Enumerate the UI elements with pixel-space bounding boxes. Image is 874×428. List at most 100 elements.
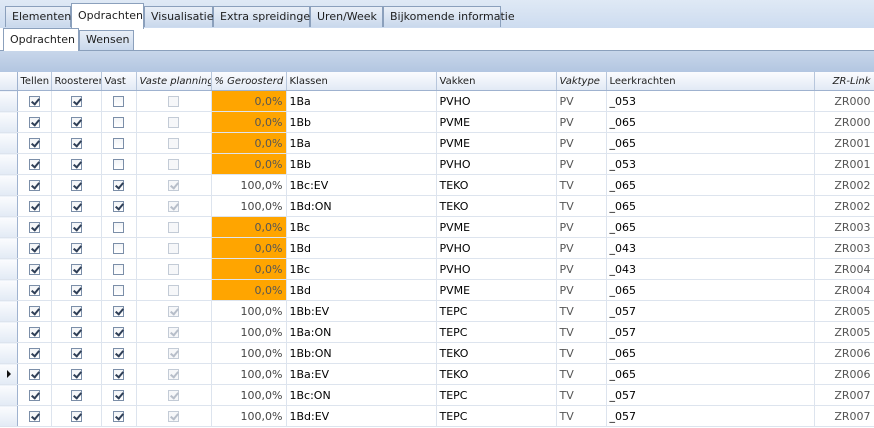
vaktype-cell[interactable]: TV xyxy=(556,363,607,385)
tellen-checkbox[interactable] xyxy=(28,222,40,233)
vaktype-cell[interactable]: PV xyxy=(556,153,607,175)
row-indicator[interactable] xyxy=(0,405,18,427)
klassen-cell[interactable]: 1Bc:EV xyxy=(286,174,437,196)
row-indicator[interactable] xyxy=(0,132,18,154)
table-row[interactable]: 0,0% 1Bc PVME PV _065 ZR003 xyxy=(0,216,874,238)
vast-checkbox[interactable] xyxy=(113,348,124,359)
klassen-cell[interactable]: 1Ba:ON xyxy=(286,321,437,343)
tab-visualisatie[interactable]: Visualisatie xyxy=(144,6,214,27)
roosteren-checkbox[interactable] xyxy=(70,117,82,128)
vakken-cell[interactable]: PVHO xyxy=(436,258,557,280)
tellen-checkbox[interactable] xyxy=(28,138,40,149)
klassen-cell[interactable]: 1Ba:EV xyxy=(286,363,437,385)
klassen-cell[interactable]: 1Bb xyxy=(286,111,437,133)
table-row[interactable]: 0,0% 1Bd PVHO PV _043 ZR003 xyxy=(0,237,874,259)
vast-checkbox[interactable] xyxy=(113,180,124,191)
zr-link-cell[interactable]: ZR005 xyxy=(814,300,874,322)
table-row[interactable]: 100,0% 1Ba:EV TEKO TV _065 ZR006 xyxy=(0,363,874,385)
zr-link-cell[interactable]: ZR006 xyxy=(814,363,874,385)
vakken-cell[interactable]: TEKO xyxy=(436,342,557,364)
zr-link-cell[interactable]: ZR004 xyxy=(814,279,874,301)
vakken-cell[interactable]: PVME xyxy=(436,111,557,133)
geroosterd-cell[interactable]: 0,0% xyxy=(211,153,287,175)
tab-opdrachten[interactable]: Opdrachten xyxy=(71,3,144,29)
vast-checkbox[interactable] xyxy=(113,264,124,275)
tellen-checkbox[interactable] xyxy=(28,327,40,338)
table-row[interactable]: 0,0% 1Bd PVME PV _065 ZR004 xyxy=(0,279,874,301)
tellen-checkbox[interactable] xyxy=(28,390,40,401)
zr-link-cell[interactable]: ZR004 xyxy=(814,258,874,280)
tellen-checkbox[interactable] xyxy=(28,369,40,380)
klassen-cell[interactable]: 1Bb:EV xyxy=(286,300,437,322)
leerkrachten-cell[interactable]: _043 xyxy=(606,258,815,280)
tab-elementen[interactable]: Elementen xyxy=(5,6,71,27)
leerkrachten-cell[interactable]: _057 xyxy=(606,384,815,406)
vakken-cell[interactable]: PVME xyxy=(436,216,557,238)
klassen-cell[interactable]: 1Ba xyxy=(286,132,437,154)
geroosterd-cell[interactable]: 100,0% xyxy=(211,321,287,343)
vaktype-cell[interactable]: PV xyxy=(556,216,607,238)
subtab-wensen[interactable]: Wensen xyxy=(79,30,134,50)
tellen-checkbox[interactable] xyxy=(28,285,40,296)
roosteren-checkbox[interactable] xyxy=(70,348,82,359)
geroosterd-cell[interactable]: 100,0% xyxy=(211,384,287,406)
leerkrachten-cell[interactable]: _065 xyxy=(606,342,815,364)
roosteren-checkbox[interactable] xyxy=(70,96,82,107)
table-row[interactable]: 0,0% 1Bb PVME PV _065 ZR000 xyxy=(0,111,874,133)
table-row[interactable]: 100,0% 1Bc:ON TEPC TV _057 ZR007 xyxy=(0,384,874,406)
tellen-checkbox[interactable] xyxy=(28,348,40,359)
vast-checkbox[interactable] xyxy=(113,117,124,128)
table-row[interactable]: 100,0% 1Bd:EV TEPC TV _057 ZR007 xyxy=(0,405,874,427)
table-row[interactable]: 100,0% 1Bb:ON TEKO TV _065 ZR006 xyxy=(0,342,874,364)
leerkrachten-cell[interactable]: _065 xyxy=(606,174,815,196)
geroosterd-cell[interactable]: 0,0% xyxy=(211,258,287,280)
roosteren-checkbox[interactable] xyxy=(70,159,82,170)
vakken-cell[interactable]: PVME xyxy=(436,279,557,301)
table-row[interactable]: 100,0% 1Bd:ON TEKO TV _065 ZR002 xyxy=(0,195,874,217)
klassen-cell[interactable]: 1Bd:EV xyxy=(286,405,437,427)
vaktype-cell[interactable]: TV xyxy=(556,384,607,406)
table-row[interactable]: 0,0% 1Ba PVHO PV _053 ZR000 xyxy=(0,90,874,112)
column-header-vaste-planning[interactable]: Vaste planning xyxy=(136,72,212,91)
vast-checkbox[interactable] xyxy=(113,306,124,317)
vast-checkbox[interactable] xyxy=(113,327,124,338)
vakken-cell[interactable]: TEPC xyxy=(436,321,557,343)
leerkrachten-cell[interactable]: _065 xyxy=(606,279,815,301)
klassen-cell[interactable]: 1Bc:ON xyxy=(286,384,437,406)
table-row[interactable]: 100,0% 1Bb:EV TEPC TV _057 ZR005 xyxy=(0,300,874,322)
vast-checkbox[interactable] xyxy=(113,201,124,212)
roosteren-checkbox[interactable] xyxy=(70,390,82,401)
leerkrachten-cell[interactable]: _053 xyxy=(606,153,815,175)
roosteren-checkbox[interactable] xyxy=(70,327,82,338)
zr-link-cell[interactable]: ZR007 xyxy=(814,405,874,427)
vaktype-cell[interactable]: PV xyxy=(556,90,607,112)
geroosterd-cell[interactable]: 100,0% xyxy=(211,195,287,217)
row-indicator[interactable] xyxy=(0,342,18,364)
geroosterd-cell[interactable]: 0,0% xyxy=(211,90,287,112)
klassen-cell[interactable]: 1Bb xyxy=(286,153,437,175)
leerkrachten-cell[interactable]: _065 xyxy=(606,216,815,238)
leerkrachten-cell[interactable]: _065 xyxy=(606,132,815,154)
row-indicator[interactable] xyxy=(0,216,18,238)
roosteren-checkbox[interactable] xyxy=(70,222,82,233)
geroosterd-cell[interactable]: 100,0% xyxy=(211,342,287,364)
geroosterd-cell[interactable]: 100,0% xyxy=(211,363,287,385)
roosteren-checkbox[interactable] xyxy=(70,201,82,212)
row-indicator[interactable] xyxy=(0,195,18,217)
leerkrachten-cell[interactable]: _065 xyxy=(606,195,815,217)
vaktype-cell[interactable]: PV xyxy=(556,132,607,154)
row-indicator[interactable] xyxy=(0,258,18,280)
leerkrachten-cell[interactable]: _057 xyxy=(606,405,815,427)
row-indicator[interactable] xyxy=(0,363,18,385)
vaktype-cell[interactable]: TV xyxy=(556,195,607,217)
row-indicator[interactable] xyxy=(0,153,18,175)
vakken-cell[interactable]: TEPC xyxy=(436,405,557,427)
geroosterd-cell[interactable]: 100,0% xyxy=(211,300,287,322)
leerkrachten-cell[interactable]: _057 xyxy=(606,321,815,343)
tellen-checkbox[interactable] xyxy=(28,243,40,254)
vakken-cell[interactable]: TEKO xyxy=(436,363,557,385)
tellen-checkbox[interactable] xyxy=(28,159,40,170)
table-row[interactable]: 100,0% 1Ba:ON TEPC TV _057 ZR005 xyxy=(0,321,874,343)
roosteren-checkbox[interactable] xyxy=(70,264,82,275)
klassen-cell[interactable]: 1Bd xyxy=(286,279,437,301)
